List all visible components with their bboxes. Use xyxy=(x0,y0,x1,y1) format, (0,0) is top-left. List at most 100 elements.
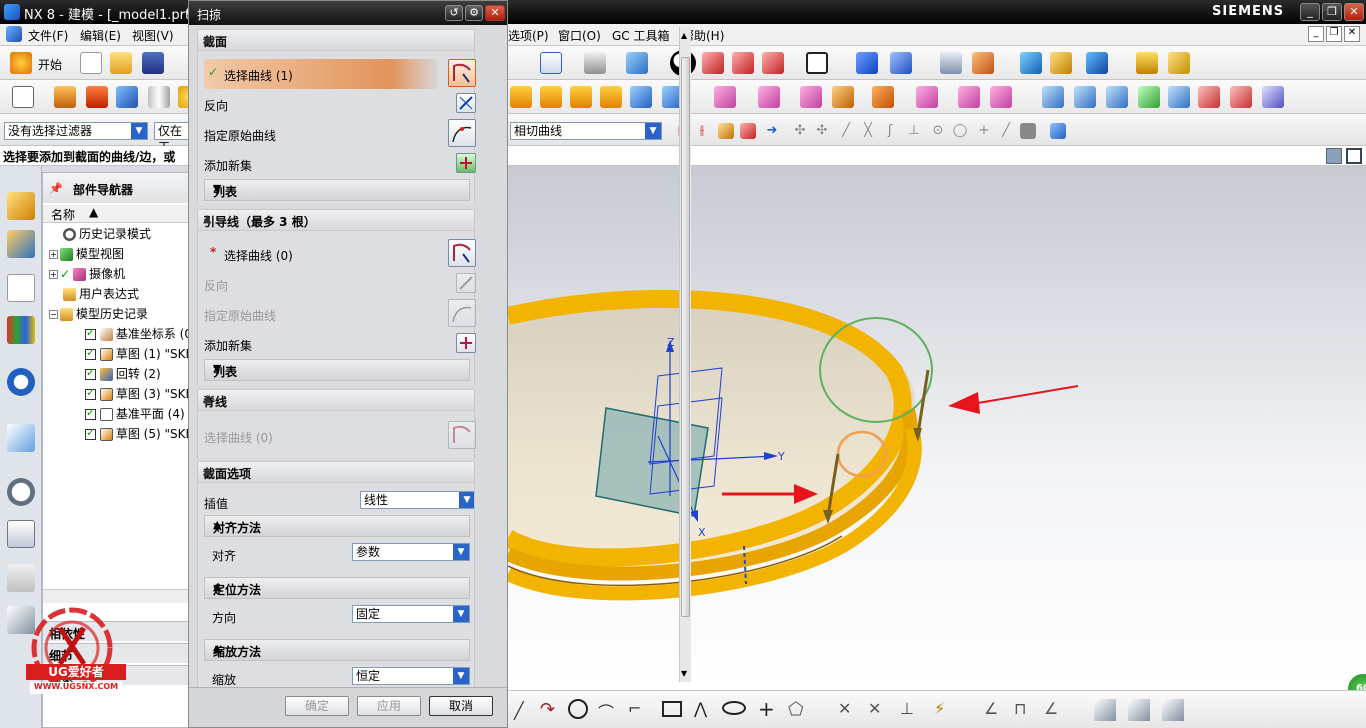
bridge-surface-icon[interactable] xyxy=(1168,86,1190,108)
circle-center-icon[interactable]: ⊙ xyxy=(930,123,946,139)
checkbox[interactable] xyxy=(85,386,96,400)
scaling-subheader[interactable]: 缩放方法 ▲ xyxy=(204,639,470,661)
box-select-icon[interactable] xyxy=(1050,123,1066,139)
scroll-thumb[interactable] xyxy=(681,57,690,617)
type-filter-select[interactable]: 没有选择过滤器 ▼ xyxy=(4,122,148,140)
chamfer-curve-icon[interactable]: ⌐ xyxy=(628,699,641,718)
swept-surface-icon[interactable] xyxy=(510,86,532,108)
control-point-icon[interactable]: ╱ xyxy=(838,123,854,139)
checkbox[interactable] xyxy=(85,326,96,340)
tree-item-user-expressions[interactable]: 用户表达式 xyxy=(63,285,139,303)
feature-curves-icon[interactable] xyxy=(718,123,734,139)
curve-network-icon[interactable] xyxy=(1106,86,1128,108)
ok-button[interactable]: 确定 xyxy=(285,696,349,716)
internet-explorer-icon[interactable] xyxy=(7,368,35,396)
mesh-surface-icon[interactable] xyxy=(570,86,592,108)
column-name[interactable]: 名称 xyxy=(51,206,75,223)
intersection-point-icon[interactable]: ╳ xyxy=(860,123,876,139)
divide-curve-icon[interactable]: ⊥ xyxy=(900,699,914,718)
front-view-icon[interactable] xyxy=(702,52,724,74)
menu-edit[interactable]: 编辑(E) xyxy=(80,27,121,44)
dialog-scrollbar[interactable]: ▲ ▼ xyxy=(679,27,691,682)
view-toggle-icon[interactable] xyxy=(1326,148,1342,164)
tree-item-model-history[interactable]: − 模型历史记录 xyxy=(49,305,148,323)
spline-icon[interactable]: ⬠ xyxy=(788,699,804,720)
alignment-subheader[interactable]: 对齐方法 ▲ xyxy=(204,515,470,537)
section-list-header[interactable]: 列表 ▼ xyxy=(204,179,470,201)
wcs-icon[interactable] xyxy=(972,52,994,74)
triangle-ruler-icon[interactable] xyxy=(1168,52,1190,74)
menu-gc-toolbox[interactable]: GC 工具箱 xyxy=(612,27,670,44)
subtract-icon[interactable] xyxy=(758,86,780,108)
fillet-icon[interactable]: ⌒ xyxy=(598,699,614,723)
save-icon[interactable] xyxy=(142,52,164,74)
new-file-icon[interactable] xyxy=(80,52,102,74)
tree-item-sketch-3[interactable]: 草图 (3) "SKE xyxy=(85,385,193,403)
checkbox[interactable] xyxy=(85,346,96,360)
specify-origin-curve-icon[interactable] xyxy=(448,119,476,147)
cancel-button[interactable]: 取消 xyxy=(429,696,493,716)
n-sided-surface-icon[interactable] xyxy=(1138,86,1160,108)
start-menu-label[interactable]: 开始 xyxy=(38,56,62,73)
tree-item-sketch-1[interactable]: 草图 (1) "SKE xyxy=(85,345,193,363)
expand-icon[interactable]: + xyxy=(49,270,58,279)
auto-constrain-icon[interactable] xyxy=(1128,699,1150,721)
cylinder-icon[interactable] xyxy=(148,86,170,108)
scroll-down-icon[interactable]: ▼ xyxy=(681,669,687,678)
intersect-icon[interactable] xyxy=(800,86,822,108)
extend-curve-icon[interactable]: ✕ xyxy=(868,699,881,718)
expand-icon[interactable]: + xyxy=(49,250,58,259)
minimize-icon[interactable]: _ xyxy=(1300,3,1320,21)
orientation-select[interactable]: 固定 ▼ xyxy=(352,605,470,623)
offset-curve-icon[interactable]: ⚡ xyxy=(934,699,945,718)
alignment-select[interactable]: 参数 ▼ xyxy=(352,543,470,561)
doc-minimize-icon[interactable]: _ xyxy=(1308,26,1324,42)
measure-distance-icon[interactable] xyxy=(1020,52,1042,74)
tree-item-cameras[interactable]: + ✓ 摄像机 xyxy=(49,265,125,283)
ruled-icon[interactable] xyxy=(1074,86,1096,108)
midpoint-icon[interactable]: ✣ xyxy=(814,123,830,139)
arc-center-icon[interactable]: ʃ xyxy=(882,123,898,139)
doc-restore-icon[interactable]: ❐ xyxy=(1326,26,1342,42)
tree-item-datum-csys[interactable]: 基准坐标系 (0 xyxy=(85,325,192,343)
sweep-along-guide-icon[interactable] xyxy=(600,86,622,108)
revolve-icon[interactable] xyxy=(86,86,108,108)
rectangle-icon[interactable] xyxy=(662,701,682,717)
full-screen-icon[interactable] xyxy=(1346,148,1362,164)
scaling-select[interactable]: 恒定 ▼ xyxy=(352,667,470,685)
scroll-up-icon[interactable]: ▲ xyxy=(681,31,687,40)
point-icon[interactable] xyxy=(890,52,912,74)
menu-file[interactable]: 文件(F) xyxy=(28,27,68,44)
thicken-icon[interactable] xyxy=(630,86,652,108)
layer-settings-icon[interactable] xyxy=(940,52,962,74)
menu-view[interactable]: 视图(V) xyxy=(132,27,174,44)
process-studio-icon[interactable] xyxy=(7,564,35,592)
deviation-icon[interactable] xyxy=(1086,52,1108,74)
part-navigator-icon[interactable] xyxy=(7,274,35,302)
existing-point-icon[interactable]: + xyxy=(976,123,992,139)
polygon-icon[interactable]: ⋀ xyxy=(694,699,707,718)
section-group-header[interactable]: 截面 ▲ xyxy=(197,29,475,51)
tree-item-history-mode[interactable]: 历史记录模式 xyxy=(63,225,151,243)
guides-group-header[interactable]: 引导线（最多 3 根） ▲ xyxy=(197,209,475,231)
quadrant-point-icon[interactable]: ◯ xyxy=(952,123,968,139)
zoom-icon[interactable] xyxy=(584,52,606,74)
trim-body-icon[interactable] xyxy=(832,86,854,108)
select-curve-icon[interactable] xyxy=(448,59,476,87)
interpolation-select[interactable]: 线性 ▼ xyxy=(360,491,474,509)
snap-point-icon[interactable] xyxy=(740,123,756,139)
apply-button[interactable]: 应用 xyxy=(357,696,421,716)
styled-blend-icon[interactable] xyxy=(1230,86,1252,108)
project-curve-icon[interactable]: ∠ xyxy=(984,699,998,718)
nx-menu-icon[interactable] xyxy=(6,26,22,42)
doc-close-icon[interactable]: ✕ xyxy=(1344,26,1360,42)
mirror-curve-icon[interactable]: ⊓ xyxy=(1014,699,1026,718)
top-view-icon[interactable] xyxy=(732,52,754,74)
navigator-columns[interactable]: 名称 ▲ xyxy=(43,205,191,223)
trim-curve-icon[interactable]: ✕ xyxy=(838,699,851,718)
background-icon[interactable] xyxy=(806,52,828,74)
face-blend-icon[interactable] xyxy=(1198,86,1220,108)
pin-icon[interactable]: 📌 xyxy=(49,182,63,195)
extrude-icon[interactable] xyxy=(54,86,76,108)
scope-select[interactable]: 仅在工 xyxy=(154,122,190,154)
